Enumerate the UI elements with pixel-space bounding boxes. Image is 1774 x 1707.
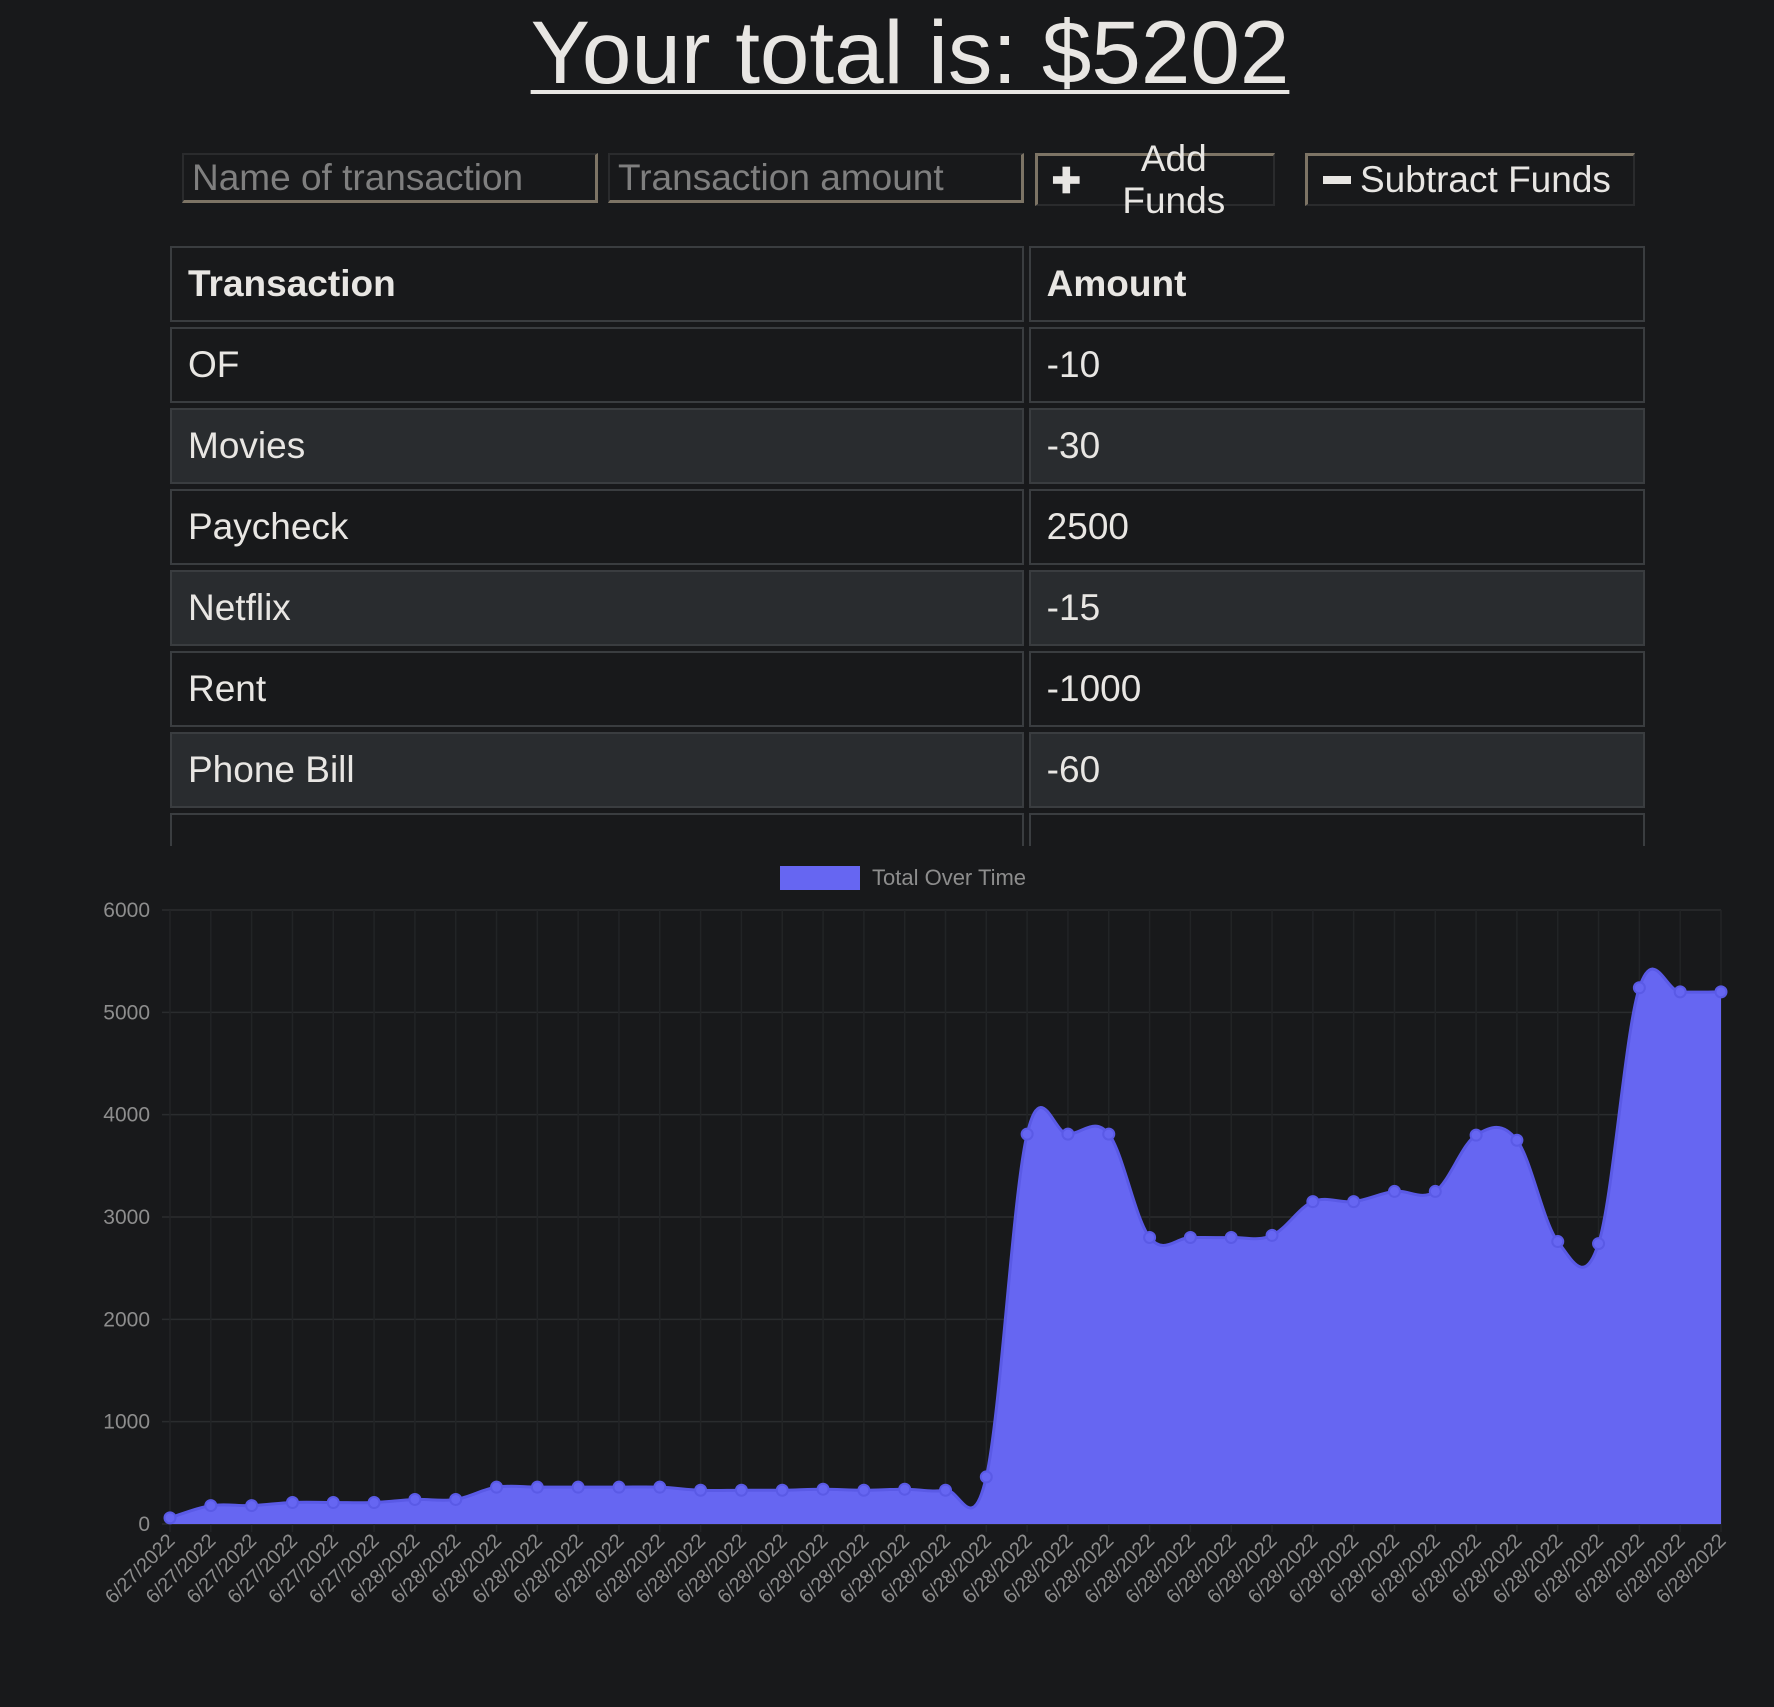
table-row: Phone Bill -60 — [170, 732, 1645, 808]
empty-cell — [1028, 813, 1645, 846]
subtract-funds-button[interactable]: Subtract Funds — [1305, 153, 1635, 206]
data-point — [204, 1499, 218, 1513]
transaction-column-header: Transaction — [170, 246, 1024, 322]
data-point — [245, 1499, 259, 1513]
table-row: Rent -1000 — [170, 651, 1645, 727]
transaction-amount-cell: 2500 — [1028, 489, 1645, 565]
data-point — [775, 1483, 789, 1497]
data-point — [1510, 1133, 1524, 1147]
y-tick-label: 0 — [138, 1513, 150, 1536]
data-point — [490, 1480, 504, 1494]
y-tick-label: 2000 — [103, 1308, 150, 1331]
data-point — [1020, 1127, 1034, 1141]
y-tick-label: 1000 — [103, 1411, 150, 1434]
table-row: Netflix -15 — [170, 570, 1645, 646]
data-point — [571, 1480, 585, 1494]
data-point — [1347, 1195, 1361, 1209]
data-point — [326, 1496, 340, 1510]
data-point — [1592, 1237, 1606, 1251]
add-funds-button[interactable]: Add Funds — [1035, 138, 1275, 221]
transaction-amount-cell: -1000 — [1028, 651, 1645, 727]
data-point — [939, 1483, 952, 1497]
table-row: OF -10 — [170, 327, 1645, 403]
data-point — [1224, 1230, 1238, 1244]
y-tick-label: 5000 — [103, 1001, 150, 1024]
data-point — [1265, 1228, 1279, 1242]
data-point — [1714, 985, 1728, 999]
data-point — [1428, 1184, 1442, 1198]
y-tick-label: 6000 — [103, 899, 150, 922]
data-point — [857, 1483, 871, 1497]
transaction-amount-cell: -60 — [1028, 732, 1645, 808]
data-point — [979, 1470, 993, 1484]
data-point — [530, 1480, 544, 1494]
data-point — [285, 1496, 299, 1510]
transaction-amount-input[interactable] — [608, 153, 1024, 203]
transaction-amount-cell: -10 — [1028, 327, 1645, 403]
y-tick-label: 4000 — [103, 1104, 150, 1127]
data-point — [1673, 985, 1687, 999]
data-point — [898, 1482, 912, 1496]
transaction-amount-cell: -30 — [1028, 408, 1645, 484]
data-point — [734, 1483, 748, 1497]
table-row-partial — [170, 813, 1645, 846]
y-tick-label: 3000 — [103, 1206, 150, 1229]
data-point — [694, 1483, 708, 1497]
amount-column-header: Amount — [1028, 246, 1645, 322]
transaction-name-cell: Netflix — [170, 570, 1024, 646]
transactions-table-container[interactable]: Transaction Amount OF -10 Movies -30 Pay… — [170, 246, 1650, 846]
subtract-funds-label: Subtract Funds — [1360, 159, 1611, 200]
total-over-time-chart: 01000200030004000500060006/27/20226/27/2… — [101, 865, 1730, 1608]
plus-icon — [1052, 166, 1080, 194]
transaction-name-input[interactable] — [182, 153, 598, 203]
data-point — [653, 1480, 667, 1494]
transaction-amount-cell: -15 — [1028, 570, 1645, 646]
data-point — [163, 1511, 177, 1525]
transactions-table: Transaction Amount OF -10 Movies -30 Pay… — [170, 246, 1650, 846]
data-point — [449, 1492, 463, 1506]
table-row: Paycheck 2500 — [170, 489, 1645, 565]
data-point — [1143, 1230, 1157, 1244]
transaction-name-cell: Phone Bill — [170, 732, 1024, 808]
transaction-name-cell: Movies — [170, 408, 1024, 484]
transaction-name-cell: Paycheck — [170, 489, 1024, 565]
data-point — [367, 1496, 381, 1510]
legend-label: Total Over Time — [872, 865, 1026, 890]
data-point — [1551, 1235, 1565, 1249]
data-point — [1061, 1127, 1075, 1141]
total-heading: Your total is: $5202 — [530, 2, 1290, 102]
data-point — [1183, 1230, 1197, 1244]
minus-icon — [1323, 176, 1351, 184]
data-point — [1469, 1128, 1483, 1142]
data-point — [816, 1482, 830, 1496]
add-funds-label: Add Funds — [1122, 138, 1226, 221]
data-point — [1387, 1184, 1401, 1198]
data-point — [408, 1492, 422, 1506]
data-point — [1306, 1195, 1320, 1209]
legend-swatch — [780, 866, 860, 890]
data-point — [1102, 1127, 1116, 1141]
data-point — [612, 1480, 626, 1494]
data-point — [1632, 981, 1646, 995]
transaction-name-cell: OF — [170, 327, 1024, 403]
transaction-name-cell: Rent — [170, 651, 1024, 727]
empty-cell — [170, 813, 1024, 846]
table-header-row: Transaction Amount — [170, 246, 1645, 322]
table-row: Movies -30 — [170, 408, 1645, 484]
